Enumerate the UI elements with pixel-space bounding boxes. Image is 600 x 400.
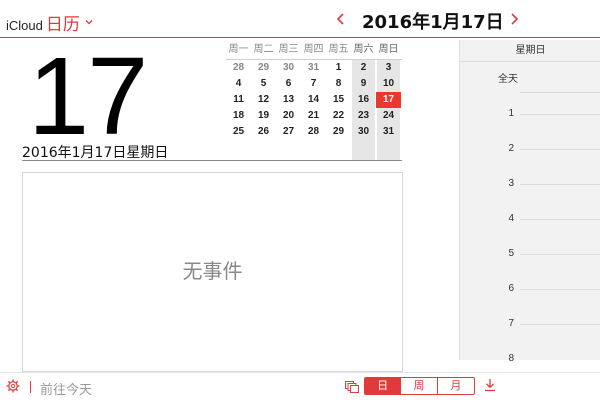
full-date-label: 2016年1月17日星期日 bbox=[22, 145, 169, 161]
timeline-day-header: 星期日 bbox=[460, 40, 600, 62]
weekday-label: 周五 bbox=[328, 44, 349, 55]
footer-separator bbox=[30, 381, 31, 393]
mini-calendar-day[interactable]: 18 bbox=[226, 108, 251, 124]
mini-calendar-day[interactable]: 1 bbox=[326, 60, 351, 76]
mini-calendar-week: 18 19 20 21 22 23 24 bbox=[226, 108, 402, 124]
weekday-label: 周四 bbox=[303, 44, 324, 55]
big-day-number: 17 bbox=[28, 35, 148, 158]
events-panel: 无事件 bbox=[22, 172, 403, 372]
app-name[interactable]: 日历 bbox=[46, 10, 80, 35]
mini-calendar-day[interactable]: 12 bbox=[251, 92, 276, 108]
mini-calendar-day[interactable]: 20 bbox=[276, 108, 301, 124]
hour-line bbox=[520, 289, 600, 290]
mini-calendar-day[interactable]: 6 bbox=[276, 76, 301, 92]
hour-line bbox=[520, 114, 600, 115]
weekday-label: 周六 bbox=[353, 44, 374, 55]
mini-calendar-weekdays: 周一 周二 周三 周四 周五 周六 周日 bbox=[226, 40, 402, 60]
go-to-today-link[interactable]: 前往今天 bbox=[40, 379, 92, 398]
mini-calendar-day[interactable]: 8 bbox=[326, 76, 351, 92]
mini-calendar-day[interactable]: 9 bbox=[351, 76, 376, 92]
hour-label: 4 bbox=[508, 213, 514, 224]
mini-calendar-day[interactable]: 11 bbox=[226, 92, 251, 108]
brand[interactable]: iCloud 日历 bbox=[6, 10, 93, 35]
hour-slot[interactable]: 8 bbox=[460, 353, 600, 364]
hour-label: 1 bbox=[508, 108, 514, 119]
hour-label: 8 bbox=[508, 353, 514, 364]
hour-line bbox=[520, 254, 600, 255]
all-day-divider bbox=[520, 92, 600, 93]
mini-calendar-day[interactable]: 19 bbox=[251, 108, 276, 124]
hour-label: 2 bbox=[508, 143, 514, 154]
mini-calendar-week: 11 12 13 14 15 16 17 bbox=[226, 92, 402, 108]
mini-calendar-day[interactable]: 21 bbox=[301, 108, 326, 124]
tab-month[interactable]: 月 bbox=[438, 378, 474, 394]
mini-calendar-day[interactable]: 3 bbox=[376, 60, 401, 76]
mini-calendar-day[interactable]: 29 bbox=[326, 124, 351, 140]
mini-calendar-day[interactable]: 30 bbox=[276, 60, 301, 76]
weekday-label: 周二 bbox=[253, 44, 274, 55]
download-icon[interactable] bbox=[484, 378, 496, 392]
mini-calendar-day[interactable]: 14 bbox=[301, 92, 326, 108]
mini-calendar-week: 4 5 6 7 8 9 10 bbox=[226, 76, 402, 92]
hour-label: 6 bbox=[508, 283, 514, 294]
current-date-title: 2016年1月17日 bbox=[362, 12, 504, 33]
mini-calendar-day[interactable]: 24 bbox=[376, 108, 401, 124]
hour-label: 7 bbox=[508, 318, 514, 329]
chevron-down-icon[interactable] bbox=[85, 18, 93, 26]
chevron-left-icon[interactable] bbox=[334, 10, 348, 28]
hour-label: 5 bbox=[508, 248, 514, 259]
hour-line bbox=[520, 184, 600, 185]
mini-calendar-day[interactable]: 28 bbox=[226, 60, 251, 76]
mini-calendar-day[interactable]: 29 bbox=[251, 60, 276, 76]
weekday-label: 周日 bbox=[378, 44, 399, 55]
view-switcher: 日 周 月 bbox=[364, 377, 475, 395]
mini-calendar-day[interactable]: 2 bbox=[351, 60, 376, 76]
mini-calendar-grid: 28 29 30 31 1 2 3 4 5 6 7 8 9 10 11 12 1… bbox=[226, 60, 402, 160]
hour-line bbox=[520, 324, 600, 325]
mini-calendar-day[interactable]: 16 bbox=[351, 92, 376, 108]
mini-calendar-day[interactable]: 30 bbox=[351, 124, 376, 140]
views-icon[interactable] bbox=[345, 381, 359, 393]
mini-calendar-day[interactable]: 31 bbox=[376, 124, 401, 140]
weekday-label: 周一 bbox=[228, 44, 249, 55]
mini-calendar-day[interactable]: 13 bbox=[276, 92, 301, 108]
tab-week[interactable]: 周 bbox=[401, 378, 438, 394]
mini-calendar-day[interactable]: 28 bbox=[301, 124, 326, 140]
gear-icon[interactable] bbox=[6, 379, 20, 393]
mini-calendar-day[interactable]: 23 bbox=[351, 108, 376, 124]
mini-calendar-day[interactable]: 31 bbox=[301, 60, 326, 76]
hour-line bbox=[520, 219, 600, 220]
chevron-right-icon[interactable] bbox=[507, 10, 521, 28]
footer-toolbar: 前往今天 日 周 月 bbox=[0, 372, 600, 400]
weekday-label: 周三 bbox=[278, 44, 299, 55]
mini-calendar-day-selected[interactable]: 17 bbox=[376, 92, 401, 108]
hour-label: 3 bbox=[508, 178, 514, 189]
mini-calendar-day[interactable]: 7 bbox=[301, 76, 326, 92]
tab-day[interactable]: 日 bbox=[365, 378, 402, 394]
mini-calendar-day[interactable]: 22 bbox=[326, 108, 351, 124]
hour-line bbox=[520, 149, 600, 150]
day-timeline[interactable]: 星期日 全天 1 2 3 4 5 6 7 8 bbox=[459, 40, 600, 364]
mini-calendar-week: 25 26 27 28 29 30 31 bbox=[226, 124, 402, 140]
divider bbox=[22, 160, 402, 161]
brand-icloud: iCloud bbox=[6, 18, 43, 33]
mini-calendar: 周一 周二 周三 周四 周五 周六 周日 28 29 30 31 1 2 3 4… bbox=[226, 40, 402, 160]
mini-calendar-day[interactable]: 10 bbox=[376, 76, 401, 92]
mini-calendar-day[interactable]: 15 bbox=[326, 92, 351, 108]
mini-calendar-day[interactable]: 4 bbox=[226, 76, 251, 92]
all-day-label: 全天 bbox=[498, 74, 518, 85]
no-events-message: 无事件 bbox=[182, 259, 243, 283]
mini-calendar-day[interactable]: 25 bbox=[226, 124, 251, 140]
mini-calendar-day[interactable]: 26 bbox=[251, 124, 276, 140]
app-header: iCloud 日历 2016年1月17日 bbox=[0, 0, 600, 38]
mini-calendar-week: 28 29 30 31 1 2 3 bbox=[226, 60, 402, 76]
mini-calendar-day[interactable]: 5 bbox=[251, 76, 276, 92]
mini-calendar-day[interactable]: 27 bbox=[276, 124, 301, 140]
